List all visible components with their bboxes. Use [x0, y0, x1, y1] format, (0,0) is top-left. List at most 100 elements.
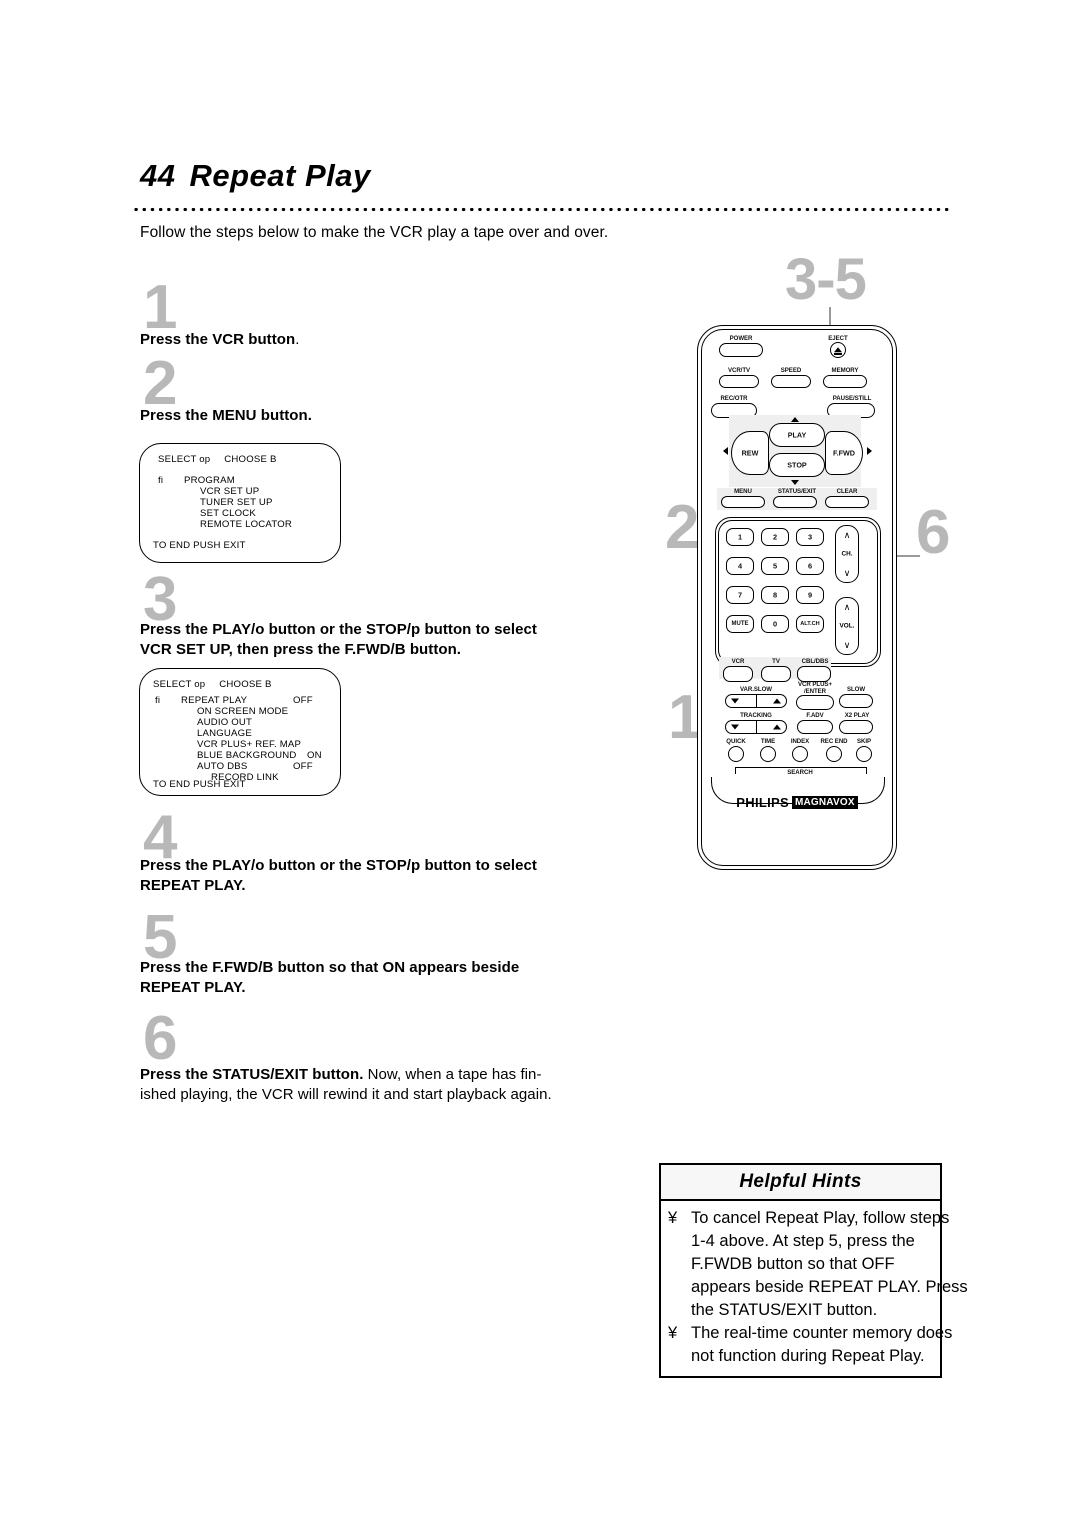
- memory-button[interactable]: [823, 375, 868, 390]
- osd1-header-right: CHOOSE B: [224, 454, 277, 465]
- up-arrow-icon: [791, 417, 799, 422]
- ffwd-button[interactable]: F.FWD: [825, 431, 863, 475]
- recend-button[interactable]: [826, 746, 843, 764]
- cbldbs-button[interactable]: [797, 666, 832, 684]
- key-5[interactable]: 5: [761, 557, 789, 575]
- key-1[interactable]: 1: [726, 528, 754, 546]
- osd1-label-0: PROGRAM: [184, 475, 235, 486]
- hint-bullet-2: ¥: [668, 1324, 678, 1342]
- enter-text: /ENTER: [803, 687, 827, 695]
- osd2-value-0: OFF: [293, 695, 313, 706]
- key-6[interactable]: 6: [796, 557, 824, 575]
- osd2-label-1: ON SCREEN MODE: [197, 706, 289, 717]
- fadv-label: F.ADV: [806, 712, 824, 719]
- ch-label: CH.: [841, 550, 853, 558]
- osd2-label-2: AUDIO OUT: [197, 717, 253, 728]
- quick-button[interactable]: [728, 746, 745, 764]
- vcrtv-label: VCR/TV: [727, 367, 751, 374]
- key-9[interactable]: 9: [796, 586, 824, 604]
- play-button[interactable]: PLAY: [769, 423, 825, 447]
- clear-label: CLEAR: [836, 488, 858, 495]
- key-0-label: 0: [772, 619, 778, 629]
- search-label: SEARCH: [777, 769, 823, 776]
- eject-button[interactable]: [830, 342, 846, 358]
- step-1-bold: Press the VCR button: [140, 331, 296, 348]
- x2play-button[interactable]: [839, 720, 874, 736]
- key-8[interactable]: 8: [761, 586, 789, 604]
- tracking-down-icon: [731, 724, 739, 730]
- callout-steps-3-5: 3-5: [785, 247, 867, 312]
- step-4-line1: Press the PLAY/o button or the STOP/p bu…: [140, 857, 537, 874]
- ffwd-label: F.FWD: [833, 448, 855, 458]
- statusexit-button[interactable]: [773, 496, 818, 510]
- step-3-line1: Press the PLAY/o button or the STOP/p bu…: [140, 621, 537, 638]
- speed-button[interactable]: [771, 375, 812, 390]
- rew-button[interactable]: REW: [731, 431, 769, 475]
- volume-rocker[interactable]: ∧ VOL. ∨: [835, 597, 859, 655]
- key-4[interactable]: 4: [726, 557, 754, 575]
- key-4-label: 4: [737, 561, 743, 571]
- callout-step-2: 2: [665, 493, 700, 562]
- altch-button[interactable]: ALT.CH: [796, 615, 824, 633]
- step-number-3: 3: [143, 565, 177, 634]
- key-3[interactable]: 3: [796, 528, 824, 546]
- tv-label: TV: [772, 658, 780, 665]
- helpful-hints-body: ¥ To cancel Repeat Play, follow steps 1-…: [661, 1201, 968, 1376]
- vcr-label: VCR: [731, 658, 745, 665]
- key-7[interactable]: 7: [726, 586, 754, 604]
- page-title: 44 Repeat Play: [140, 158, 371, 194]
- varslow-slider[interactable]: [725, 694, 787, 708]
- right-arrow-icon: [867, 447, 872, 455]
- fadv-button[interactable]: [797, 720, 834, 736]
- down-arrow-icon: [791, 480, 799, 485]
- key-0[interactable]: 0: [761, 615, 789, 633]
- skip-button[interactable]: [856, 746, 873, 764]
- tv-button[interactable]: [761, 666, 792, 684]
- callout-step-6: 6: [916, 498, 951, 567]
- stop-label: STOP: [787, 460, 807, 470]
- tracking-divider: [756, 721, 758, 733]
- mute-button[interactable]: MUTE: [726, 615, 754, 633]
- key-1-label: 1: [737, 532, 743, 542]
- altch-label: ALT.CH: [800, 621, 820, 627]
- menu-button[interactable]: [721, 496, 766, 510]
- hint-1-line-5: the STATUS/EXIT button.: [691, 1301, 878, 1319]
- vcr-button[interactable]: [723, 666, 754, 684]
- channel-rocker[interactable]: ∧ CH. ∨: [835, 525, 859, 583]
- osd2-header: SELECT op CHOOSE B: [153, 679, 272, 690]
- osd2-header-left: SELECT op: [153, 679, 206, 690]
- helpful-hints-box: Helpful Hints ¥ To cancel Repeat Play, f…: [659, 1163, 968, 1378]
- slow-button[interactable]: [839, 694, 874, 710]
- time-button[interactable]: [760, 746, 777, 764]
- stop-button[interactable]: STOP: [769, 453, 825, 477]
- step-number-5: 5: [143, 903, 177, 972]
- index-button[interactable]: [792, 746, 809, 764]
- osd1-footer: TO END PUSH EXIT: [153, 540, 246, 551]
- power-button[interactable]: [719, 343, 764, 359]
- osd2-value-5: ON: [307, 750, 322, 761]
- recotr-label: REC/OTR: [720, 395, 748, 402]
- varslow-divider: [756, 695, 758, 707]
- step-5-line2: REPEAT PLAY.: [140, 979, 246, 996]
- statusexit-label: STATUS/EXIT: [777, 488, 817, 495]
- cbldbs-label: CBL/DBS: [801, 658, 829, 665]
- osd2-label-4: VCR PLUS+ REF. MAP: [197, 739, 302, 750]
- clear-button[interactable]: [825, 496, 870, 510]
- remote-control-illustration: POWER EJECT VCR/TV SPEED MEMORY REC/OTR …: [697, 325, 897, 870]
- vcrtv-button[interactable]: [719, 375, 760, 390]
- tracking-up-icon: [773, 724, 781, 730]
- vcrplus-enter-button[interactable]: [796, 695, 835, 712]
- osd1-label-4: REMOTE LOCATOR: [200, 519, 292, 530]
- step-text-6: Press the STATUS/EXIT button. Now, when …: [140, 1065, 680, 1105]
- page-title-text: Repeat Play: [189, 158, 371, 193]
- osd2-value-6: OFF: [293, 761, 313, 772]
- step-6-rest2: ished playing, the VCR will rewind it an…: [140, 1086, 552, 1103]
- step-3-line2: VCR SET UP, then press the F.FWD/B butto…: [140, 641, 462, 658]
- chevron-up-icon: ∧: [843, 530, 851, 540]
- step-text-1: Press the VCR button.: [140, 330, 660, 350]
- power-label: POWER: [729, 335, 753, 342]
- tracking-slider[interactable]: [725, 720, 787, 734]
- osd-menu-program: SELECT op CHOOSE B fi PROGRAM VCR SET UP …: [139, 443, 341, 563]
- key-2[interactable]: 2: [761, 528, 789, 546]
- hint-2-line-2: not function during Repeat Play.: [691, 1347, 925, 1365]
